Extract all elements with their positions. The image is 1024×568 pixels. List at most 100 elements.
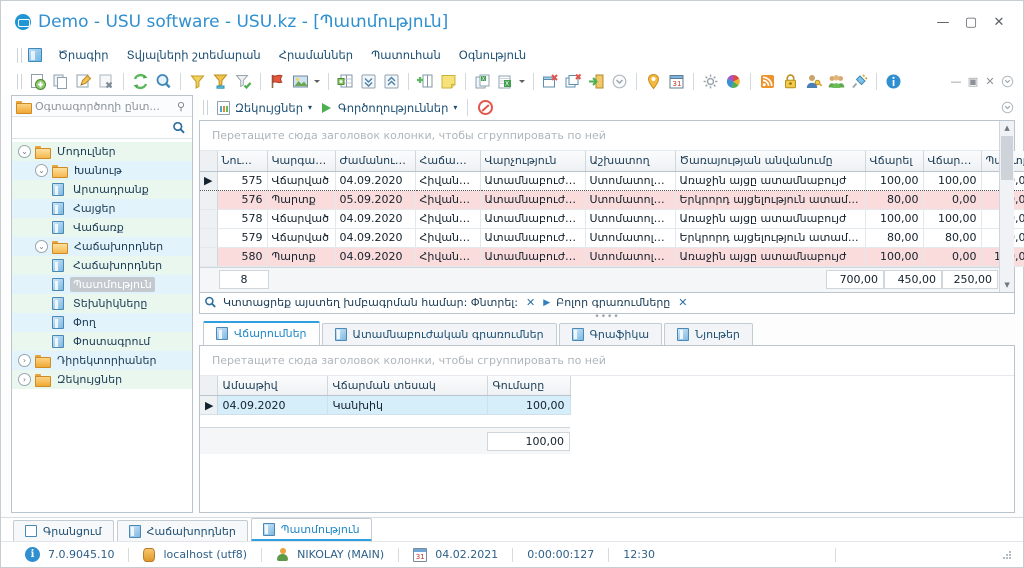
magnifier-icon[interactable] <box>204 296 217 309</box>
funnel-gold-icon[interactable] <box>210 71 231 92</box>
reports-caret-icon[interactable]: ▾ <box>308 103 312 112</box>
table-cell[interactable]: Առաջին այցը ատամնաբույժ <box>675 209 866 229</box>
table-cell[interactable]: 04.09.2020 <box>335 247 416 267</box>
actions-caret-icon[interactable]: ▾ <box>453 103 457 112</box>
column-header[interactable]: Աշխատող <box>585 151 676 172</box>
window-close-icon[interactable] <box>540 71 561 92</box>
toolbar-drag-grip[interactable] <box>17 73 22 89</box>
detail-column-header[interactable]: Վճարման տեսակ <box>327 375 488 396</box>
table-cell[interactable]: Ստոմատոլոգ 4 <box>585 190 676 210</box>
excel-export-icon[interactable]: X <box>472 71 493 92</box>
menu-item-database[interactable]: Տվյալների շտեմարան <box>118 45 270 65</box>
window-tab[interactable]: Գրանցում <box>13 520 114 541</box>
table-cell[interactable]: Երկրորդ այցելություն ատամ... <box>675 228 866 248</box>
detail-tab[interactable]: Վճարումներ <box>203 320 320 345</box>
detail-table-cell[interactable]: 04.09.2020 <box>217 395 328 415</box>
window-tab[interactable]: Հաճախորդներ <box>116 520 248 541</box>
column-header[interactable]: Ժամանում ... <box>335 151 416 172</box>
tree-item-7[interactable]: Պատմություն <box>12 275 192 294</box>
column-header[interactable]: Նու... <box>217 151 268 172</box>
picture-dropdown-caret-icon[interactable] <box>312 71 321 92</box>
door-exit-icon[interactable] <box>586 71 607 92</box>
column-header[interactable]: Կարգավ... <box>267 151 336 172</box>
table-cell[interactable]: Ստոմատոլոգ 1 <box>585 228 676 248</box>
delete-icon[interactable] <box>96 71 117 92</box>
users-icon[interactable] <box>826 71 847 92</box>
table-cell[interactable]: Հիվանդ 3 <box>415 209 481 229</box>
detail-table-cell[interactable]: 100,00 <box>487 395 571 415</box>
chevrons-up-icon[interactable] <box>381 71 402 92</box>
table-cell[interactable]: Ատամնաբուժություն <box>480 247 586 267</box>
tree-item-11[interactable]: › Դիրեկտորիաներ <box>12 351 192 370</box>
magnifier-icon[interactable] <box>153 71 174 92</box>
funnel-icon[interactable] <box>187 71 208 92</box>
table-cell[interactable]: Ատամնաբուժություն <box>480 228 586 248</box>
table-cell[interactable]: 100,00 <box>923 170 982 191</box>
cancel-button[interactable] <box>473 97 498 118</box>
maximize-button[interactable]: ▢ <box>957 10 985 34</box>
table-cell[interactable]: 579 <box>217 228 268 248</box>
tree-expander-icon[interactable]: › <box>18 354 31 367</box>
info-icon[interactable] <box>883 71 904 92</box>
window-tab[interactable]: Պատմություն <box>250 518 372 541</box>
color-wheel-icon[interactable] <box>723 71 744 92</box>
excel-options-icon[interactable]: X <box>495 71 516 92</box>
table-cell[interactable]: Վճարված <box>267 228 336 248</box>
column-header[interactable]: Հաճախորդ <box>415 151 481 172</box>
filter-all-records-label[interactable]: Բոլոր գրառումները <box>556 296 670 309</box>
group-by-panel[interactable]: Перетащите сюда заголовок колонки, чтобы… <box>200 121 1000 151</box>
table-cell[interactable]: 0,00 <box>923 247 982 267</box>
detail-tab-strip[interactable]: Վճարումներ Ատամնաբուժական գրառումներ Գրաֆի… <box>199 320 1015 345</box>
filter-edit-hint[interactable]: Կտտացրեք այստեղ խմբագրման համար: Փնտրել: <box>223 296 518 309</box>
reports-button[interactable]: Զեկույցներ ▾ <box>212 98 317 118</box>
table-row[interactable]: 578 Վճարված 04.09.2020 Հիվանդ 3 Ատամնաբուժու… <box>200 209 1024 229</box>
table-cell[interactable]: 575 <box>217 170 268 191</box>
module-tree[interactable]: ⌄ Մոդուլներ ⌄ Խանութ Արտադրանք Հայցեր Վաճառք ⌄ Հ… <box>12 139 192 512</box>
table-cell[interactable]: Հիվանդ 4 <box>415 228 481 248</box>
scroll-down-icon[interactable]: ▼ <box>1000 277 1015 292</box>
row-indicator[interactable] <box>200 190 218 210</box>
table-cell[interactable]: Պարտք <box>267 190 336 210</box>
table-cell[interactable]: 05.09.2020 <box>335 190 416 210</box>
sticky-note-icon[interactable] <box>438 71 459 92</box>
tree-item-0[interactable]: ⌄ Մոդուլներ <box>12 142 192 161</box>
detail-tab[interactable]: Գրաֆիկա <box>558 322 663 345</box>
table-cell[interactable]: 576 <box>217 190 268 210</box>
table-cell[interactable]: Երկրորդ այցելություն ատամ... <box>675 190 866 210</box>
tree-expander-icon[interactable]: ⌄ <box>18 145 31 158</box>
tree-item-3[interactable]: Հայցեր <box>12 199 192 218</box>
actions-button[interactable]: Գործողություններ ▾ <box>317 98 462 118</box>
filter-clear-icon[interactable]: ✕ <box>524 296 537 309</box>
edit-icon[interactable] <box>73 71 94 92</box>
map-pin-icon[interactable] <box>643 71 664 92</box>
row-indicator[interactable] <box>200 209 218 229</box>
minimize-circle-icon[interactable] <box>609 71 630 92</box>
column-header[interactable]: Վճարել <box>865 151 924 172</box>
search-icon[interactable] <box>172 121 186 135</box>
tree-item-6[interactable]: Հաճախորդներ <box>12 256 192 275</box>
picture-icon[interactable] <box>290 71 311 92</box>
table-cell[interactable]: Ստոմատոլոգ 1 <box>585 247 676 267</box>
table-cell[interactable]: Ստոմատոլոգ 2 <box>585 209 676 229</box>
table-cell[interactable]: Ստոմատոլոգ 4 <box>585 170 676 191</box>
calendar-icon[interactable]: 31 <box>666 71 687 92</box>
plug-icon[interactable] <box>849 71 870 92</box>
table-cell[interactable]: Ատամնաբուժություն <box>480 190 586 210</box>
detail-grid-body[interactable]: ▶ 04.09.2020 Կանխիկ 100,00 <box>200 395 571 415</box>
tree-expander-icon[interactable]: ⌄ <box>35 240 48 253</box>
table-cell[interactable]: Պարտք <box>267 247 336 267</box>
table-cell[interactable]: Առաջին այցը ատամնաբույժ <box>675 170 866 191</box>
menu-item-help[interactable]: Օգնություն <box>450 45 535 65</box>
table-cell[interactable]: 100,00 <box>923 209 982 229</box>
menu-drag-grip[interactable] <box>17 47 22 63</box>
splitter-handle[interactable]: •••• <box>199 312 1015 322</box>
tree-item-2[interactable]: Արտադրանք <box>12 180 192 199</box>
table-cell[interactable]: 0,00 <box>923 190 982 210</box>
detail-column-header[interactable]: Ամսաթիվ <box>217 375 328 396</box>
resize-grip[interactable] <box>1001 549 1013 561</box>
record-toolbar-grip[interactable] <box>203 100 208 115</box>
table-cell[interactable]: 100,00 <box>865 209 924 229</box>
funnel-check-icon[interactable] <box>233 71 254 92</box>
lock-icon[interactable] <box>780 71 801 92</box>
column-header[interactable]: Ծառայության անվանումը <box>675 151 866 172</box>
